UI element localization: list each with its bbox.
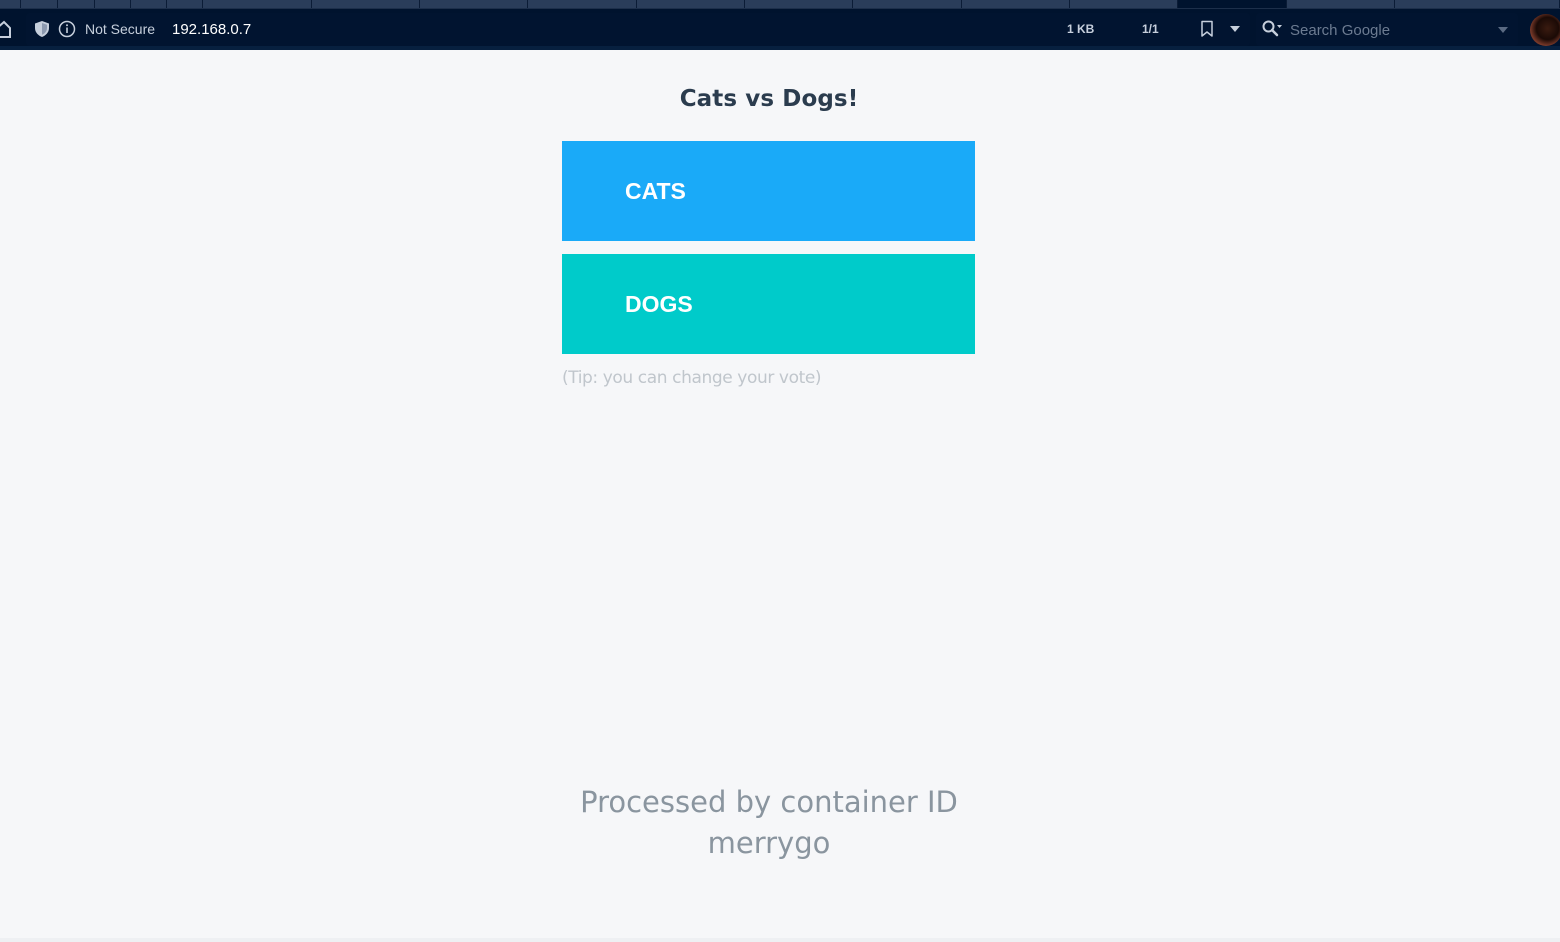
tab[interactable]	[636, 0, 745, 8]
shield-icon[interactable]	[34, 20, 50, 38]
tab[interactable]	[853, 0, 962, 8]
tab[interactable]	[1070, 0, 1179, 8]
page-count-indicator: 1/1	[1142, 22, 1159, 36]
browser-chrome: Not Secure 192.168.0.7 1 KB 1/1	[0, 0, 1560, 50]
tab[interactable]	[1395, 0, 1560, 8]
security-label[interactable]: Not Secure	[85, 21, 155, 37]
container-info: Processed by container ID merrygo	[0, 782, 1538, 864]
tab[interactable]	[419, 0, 529, 8]
page-title: Cats vs Dogs!	[679, 86, 859, 112]
container-id: merrygo	[707, 826, 831, 860]
cats-vote-button[interactable]: CATS	[562, 141, 975, 241]
tab[interactable]	[21, 0, 58, 8]
search-input[interactable]	[1290, 20, 1490, 40]
chevron-down-icon[interactable]	[1229, 25, 1241, 33]
tab[interactable]	[1286, 0, 1396, 8]
url-text[interactable]: 192.168.0.7	[172, 21, 251, 38]
tab-strip[interactable]	[0, 0, 1560, 9]
tab[interactable]	[0, 0, 22, 8]
tab[interactable]	[311, 0, 420, 8]
container-label: Processed by container ID	[580, 785, 958, 819]
tab-active[interactable]	[1178, 0, 1287, 8]
tab[interactable]	[166, 0, 204, 8]
tab[interactable]	[744, 0, 854, 8]
toolbar-border	[0, 46, 1560, 50]
tab[interactable]	[203, 0, 312, 8]
tab[interactable]	[94, 0, 131, 8]
page-size-indicator: 1 KB	[1067, 22, 1095, 36]
tab[interactable]	[528, 0, 637, 8]
tab[interactable]	[130, 0, 167, 8]
tab[interactable]	[57, 0, 95, 8]
tip-text: (Tip: you can change your vote)	[562, 368, 822, 388]
dogs-vote-button[interactable]: DOGS	[562, 254, 975, 354]
chevron-down-icon[interactable]	[1497, 26, 1509, 34]
tab[interactable]	[961, 0, 1071, 8]
page-bottom-edge	[0, 938, 1560, 942]
avatar[interactable]	[1530, 14, 1560, 46]
search-icon[interactable]	[1262, 20, 1284, 38]
bookmark-icon[interactable]	[1200, 20, 1214, 38]
home-icon[interactable]	[0, 19, 12, 39]
info-icon[interactable]	[58, 20, 76, 38]
